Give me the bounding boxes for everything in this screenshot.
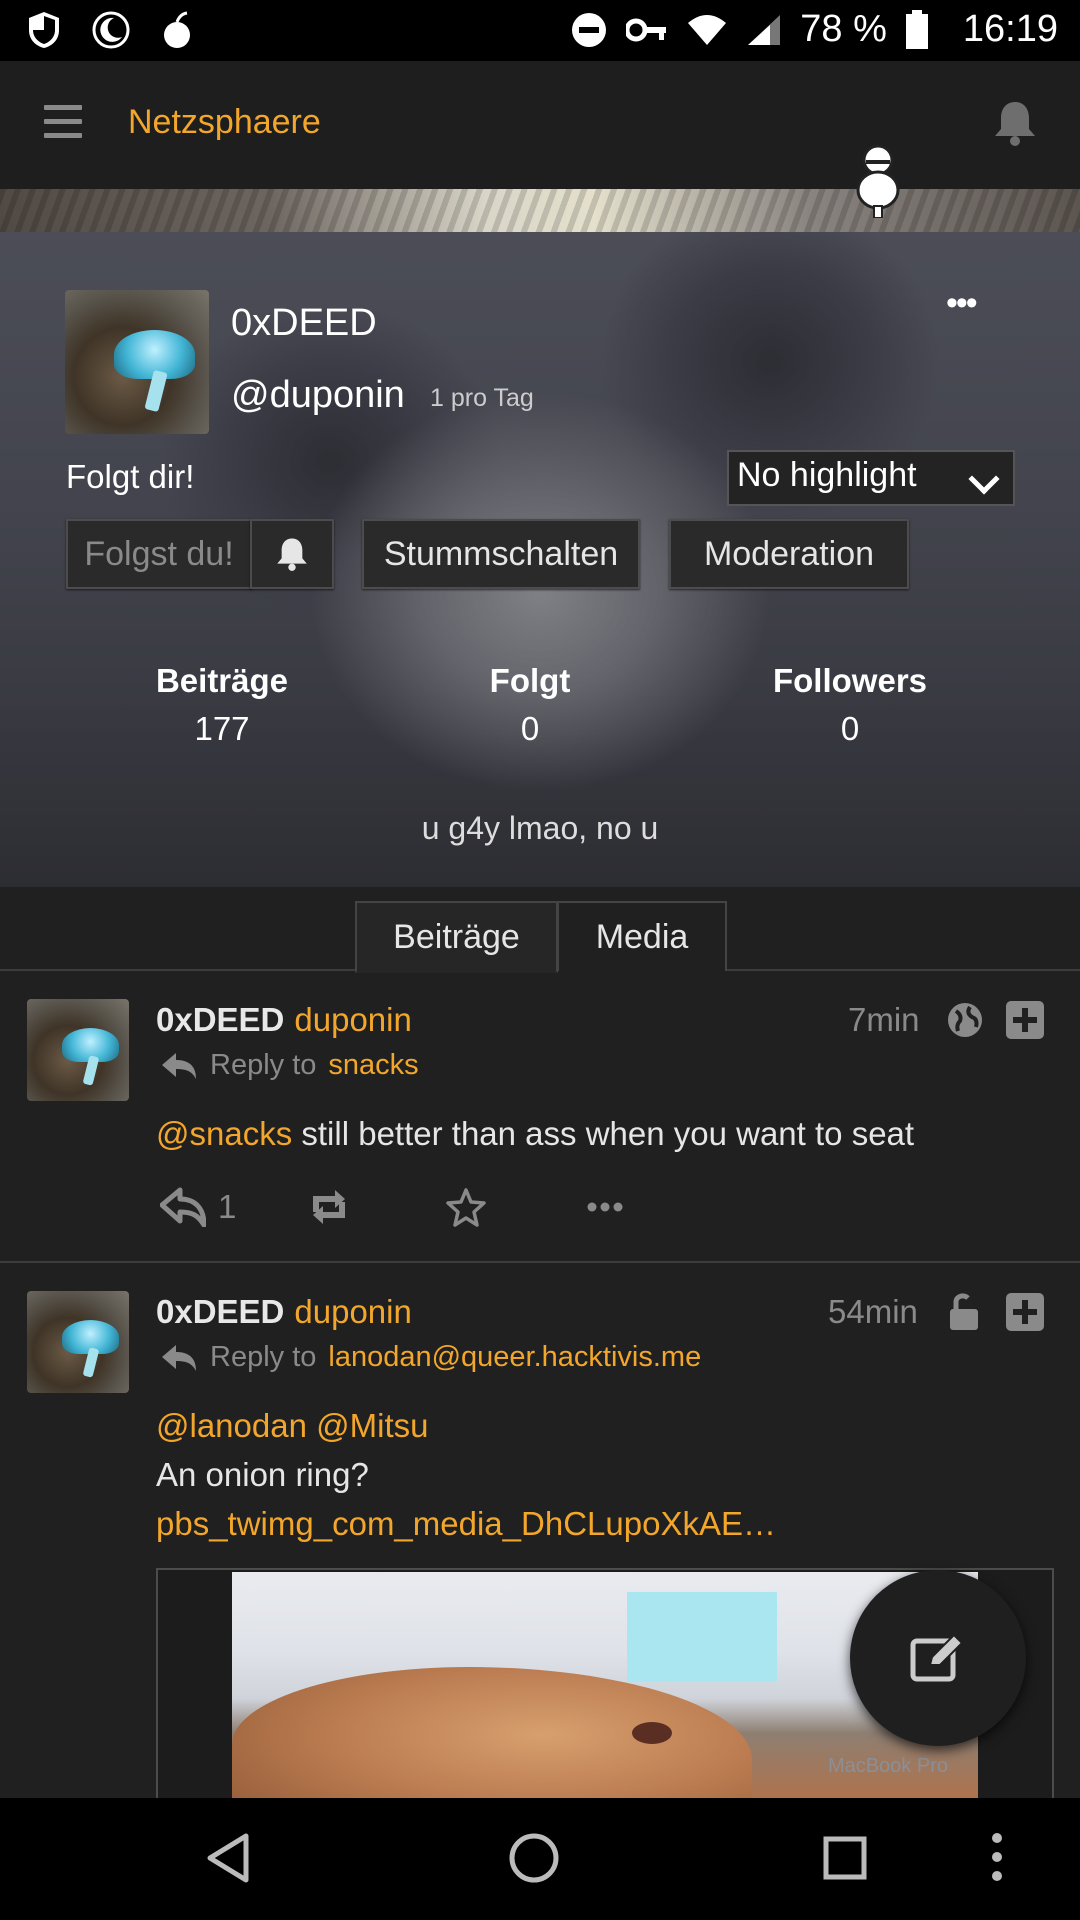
highlight-select-value: No highlight <box>737 456 917 494</box>
highlight-select[interactable]: No highlight <box>727 450 1015 506</box>
battery-icon <box>905 9 928 49</box>
follows-you-label: Folgt dir! <box>66 458 195 495</box>
mute-button[interactable]: Stummschalten <box>362 519 640 589</box>
attachment-link[interactable]: pbs_twimg_com_media_DhCLupoXkAE… <box>156 1499 776 1548</box>
post-text: An onion ring? <box>156 1456 369 1493</box>
compose-icon <box>910 1633 964 1682</box>
profile-avatar[interactable] <box>65 290 209 434</box>
shield-icon <box>29 12 59 48</box>
stat-posts-value: 177 <box>194 710 250 747</box>
wifi-icon <box>688 14 727 45</box>
stat-followers-label: Followers <box>772 662 928 699</box>
reply-to-user[interactable]: lanodan@queer.hacktivis.me <box>328 1341 701 1374</box>
moderation-button-label: Moderation <box>703 534 875 573</box>
home-icon[interactable] <box>508 1832 560 1884</box>
status-post: 0xDEED duponin 7min Reply to snacks @snac… <box>0 971 1080 1261</box>
stat-posts-label: Beiträge <box>155 662 289 699</box>
post-text: still better than ass when you want to s… <box>292 1115 915 1152</box>
mute-button-label: Stummschalten <box>383 534 619 573</box>
reply-arrow-icon <box>162 1052 196 1079</box>
profile-handle[interactable]: @duponin <box>231 374 405 417</box>
post-content: @snacks still better than ass when you w… <box>156 1109 914 1158</box>
post-avatar[interactable] <box>27 999 129 1101</box>
mention-link[interactable]: @Mitsu <box>316 1407 428 1444</box>
recents-icon[interactable] <box>823 1836 867 1880</box>
mascot-icon <box>856 144 900 218</box>
profile-banner <box>0 189 1080 232</box>
battery-percent: 78 % <box>800 8 887 50</box>
app-bar: Netzsphaere <box>0 61 1080 189</box>
stat-following-value: 0 <box>520 710 540 747</box>
stat-following[interactable]: Folgt 0 <box>420 662 640 748</box>
reply-prefix: Reply to <box>210 1049 317 1081</box>
reply-prefix: Reply to <box>210 1341 317 1373</box>
bomb-icon <box>164 11 190 48</box>
key-icon <box>626 18 667 41</box>
profile-post-rate: 1 pro Tag <box>430 384 534 412</box>
more-options-icon[interactable]: ••• <box>946 284 978 323</box>
reply-button[interactable]: 1 <box>160 1187 305 1227</box>
mention-link[interactable]: @lanodan <box>156 1407 307 1444</box>
status-bar: 78 % 16:19 <box>0 0 1080 61</box>
overflow-menu-icon[interactable] <box>991 1832 1003 1882</box>
moon-icon <box>92 11 130 49</box>
notification-bell-icon[interactable] <box>992 99 1038 147</box>
post-username[interactable]: duponin <box>294 1293 411 1330</box>
notify-bell-button[interactable] <box>250 519 334 589</box>
chevron-down-icon <box>968 463 1000 495</box>
stat-followers[interactable]: Followers 0 <box>740 662 960 748</box>
stat-posts[interactable]: Beiträge 177 <box>112 662 332 748</box>
repeat-button[interactable] <box>305 1190 445 1224</box>
post-author: 0xDEED duponin <box>156 1293 412 1331</box>
signal-icon <box>748 14 781 45</box>
post-actions: 1 <box>160 1187 623 1227</box>
post-content: @lanodan @Mitsu An onion ring? pbs_twimg… <box>156 1401 776 1548</box>
bell-icon <box>277 538 307 571</box>
menu-icon[interactable] <box>44 105 82 139</box>
post-avatar[interactable] <box>27 1291 129 1393</box>
expand-plus-icon[interactable] <box>1006 1293 1044 1331</box>
compose-button[interactable] <box>850 1570 1026 1746</box>
reply-to-user[interactable]: snacks <box>328 1049 418 1082</box>
image-caption: MacBook Pro <box>827 1755 948 1777</box>
dnd-icon <box>572 12 607 47</box>
reply-indicator: Reply to snacks <box>160 1049 419 1082</box>
reply-indicator: Reply to lanodan@queer.hacktivis.me <box>160 1341 701 1374</box>
more-dots-icon <box>587 1202 623 1212</box>
unlock-icon <box>950 1293 978 1330</box>
back-icon[interactable] <box>204 1832 252 1884</box>
tab-posts[interactable]: Beiträge <box>355 901 558 973</box>
moderation-button[interactable]: Moderation <box>669 519 909 589</box>
post-timestamp[interactable]: 54min <box>828 1293 918 1331</box>
post-more-button[interactable] <box>587 1202 623 1212</box>
post-display-name[interactable]: 0xDEED <box>156 1293 284 1330</box>
profile-bio: u g4y lmao, no u <box>421 810 659 846</box>
post-author: 0xDEED duponin <box>156 1001 412 1039</box>
android-nav-bar <box>0 1798 1080 1920</box>
following-button-label: Folgst du! <box>84 534 234 573</box>
following-button[interactable]: Folgst du! <box>66 519 252 589</box>
globe-icon <box>948 1003 982 1037</box>
expand-plus-icon[interactable] <box>1006 1001 1044 1039</box>
clock: 16:19 <box>962 8 1058 50</box>
stat-followers-value: 0 <box>840 710 860 747</box>
star-icon <box>446 1188 486 1227</box>
app-title[interactable]: Netzsphaere <box>128 103 321 142</box>
reply-icon <box>160 1187 206 1227</box>
tab-media[interactable]: Media <box>557 901 727 971</box>
reply-count: 1 <box>218 1188 237 1225</box>
post-display-name[interactable]: 0xDEED <box>156 1001 284 1038</box>
stat-following-label: Folgt <box>489 662 571 699</box>
post-timestamp[interactable]: 7min <box>848 1001 920 1039</box>
mention-link[interactable]: @snacks <box>156 1115 292 1152</box>
reply-arrow-icon <box>162 1344 196 1371</box>
profile-card: 0xDEED @duponin 1 pro Tag ••• Folgt dir!… <box>0 232 1080 887</box>
profile-display-name: 0xDEED <box>231 302 377 344</box>
repeat-icon <box>313 1190 345 1224</box>
post-username[interactable]: duponin <box>294 1001 411 1038</box>
favorite-button[interactable] <box>445 1187 587 1227</box>
